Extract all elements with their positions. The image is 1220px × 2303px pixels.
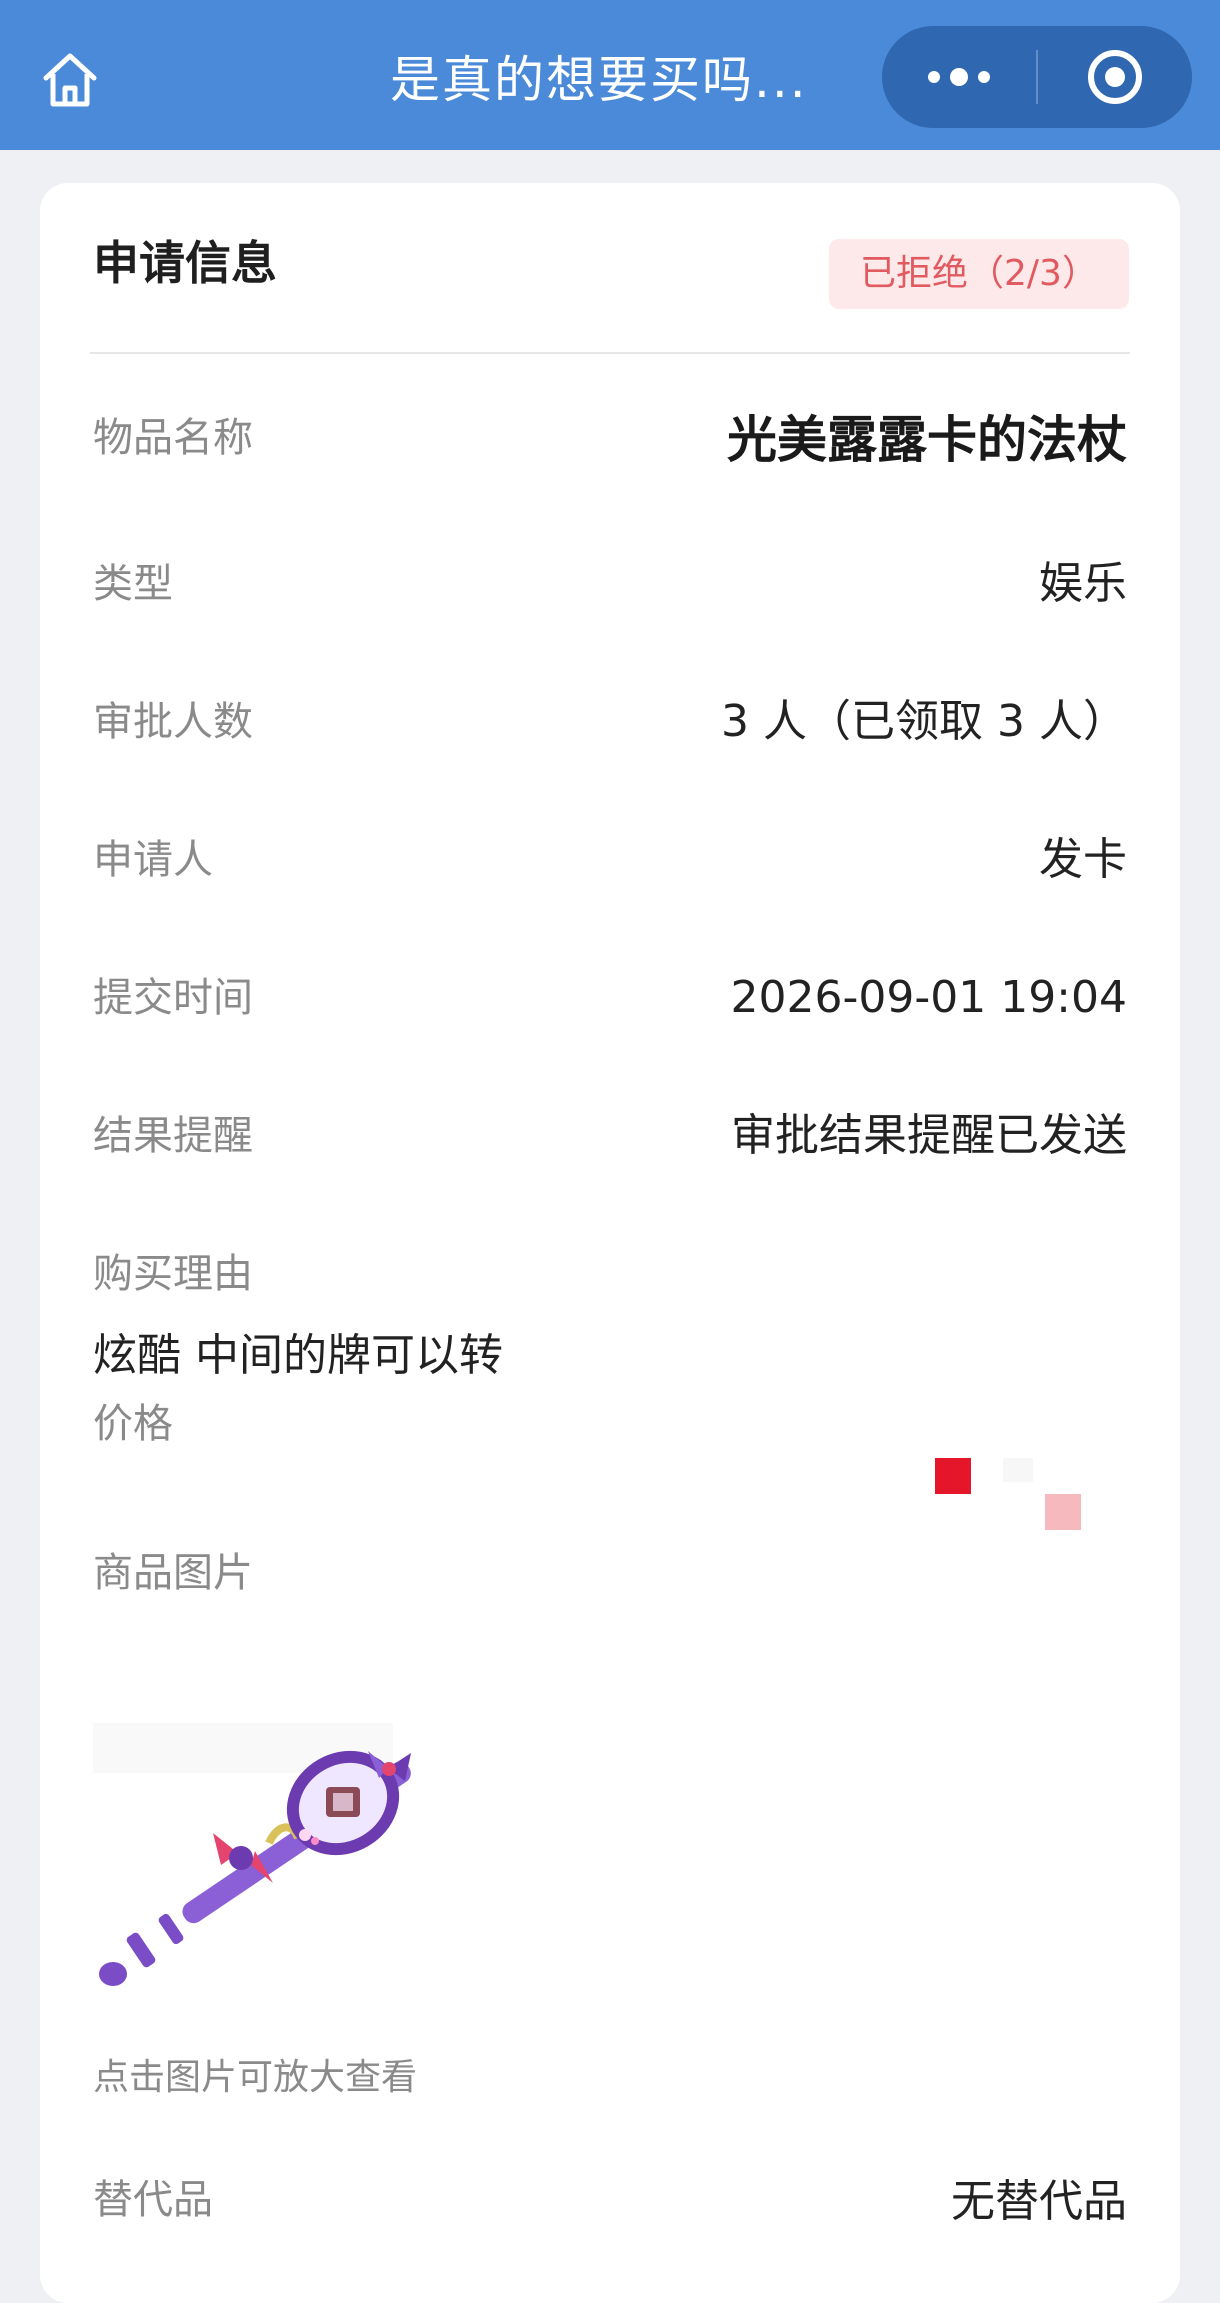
submit-time-label: 提交时间 [93, 975, 253, 1021]
page-title: 是真的想要买吗... [390, 51, 808, 109]
reason-value: 炫酷 中间的牌可以转 [93, 1330, 503, 1381]
submit-time-value: 2026-09-01 19:04 [730, 972, 1128, 1023]
item-name-label: 物品名称 [93, 415, 253, 461]
nav-bar: 是真的想要买吗... [0, 0, 1220, 150]
section-title: 申请信息 [93, 236, 277, 290]
more-button[interactable] [882, 26, 1036, 128]
applicant-value: 发卡 [1039, 834, 1127, 885]
home-icon [43, 53, 97, 107]
home-button[interactable] [30, 40, 110, 120]
result-reminder-value: 审批结果提醒已发送 [731, 1110, 1127, 1161]
type-label: 类型 [93, 561, 173, 607]
product-image[interactable] [93, 1723, 453, 2013]
product-image-label: 商品图片 [93, 1550, 253, 1596]
close-button[interactable] [1038, 26, 1192, 128]
more-dots-icon [928, 68, 990, 86]
applicant-label: 申请人 [93, 837, 213, 883]
type-value: 娱乐 [1039, 558, 1127, 609]
reason-label: 购买理由 [93, 1251, 253, 1297]
result-reminder-label: 结果提醒 [93, 1113, 253, 1159]
magic-wand-image [93, 1723, 453, 2013]
substitute-label: 替代品 [93, 2177, 213, 2223]
price-label: 价格 [93, 1401, 173, 1447]
circle-target-icon [1088, 50, 1142, 104]
approvers-label: 审批人数 [93, 699, 253, 745]
application-info-card: 申请信息 已拒绝（2/3） 物品名称 光美露露卡的法杖 类型 娱乐 审批人数 3… [40, 183, 1180, 2303]
status-badge: 已拒绝（2/3） [829, 239, 1129, 309]
price-redaction [935, 1446, 1135, 1606]
capsule-menu [882, 26, 1192, 128]
divider [90, 352, 1130, 354]
substitute-value: 无替代品 [951, 2176, 1127, 2227]
item-name-value: 光美露露卡的法杖 [727, 411, 1127, 469]
approvers-value: 3 人（已领取 3 人） [721, 696, 1127, 747]
image-zoom-hint: 点击图片可放大查看 [93, 2057, 418, 2098]
